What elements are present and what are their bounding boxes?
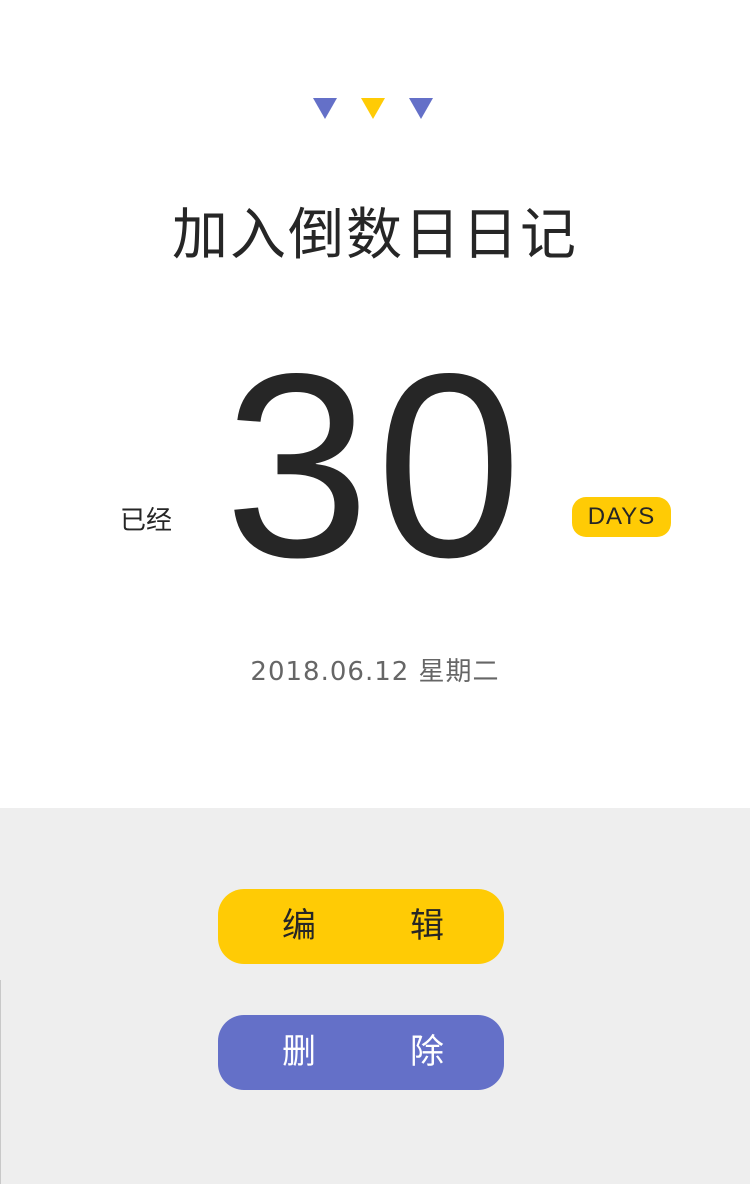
edit-button-label-part-2: 辑 <box>410 906 444 946</box>
left-edge-divider <box>0 980 1 1184</box>
delete-button-label-part-1: 删 <box>282 1032 316 1072</box>
top-panel: 加入倒数日日记 已经 30 DAYS 2018.06.12 星期二 <box>0 0 750 808</box>
page-title: 加入倒数日日记 <box>172 203 578 268</box>
counter-prefix: 已经 <box>120 506 173 536</box>
date-text: 2018.06.12 星期二 <box>250 657 500 687</box>
delete-button-label-part-2: 除 <box>410 1032 444 1072</box>
day-count: 30 <box>224 319 528 612</box>
edit-button-label-part-1: 编 <box>282 906 316 946</box>
delete-button[interactable]: 删 除 <box>218 1015 504 1090</box>
bottom-panel <box>0 808 750 1184</box>
triangle-purple-right-icon <box>409 98 433 119</box>
decorative-triangles <box>0 98 750 122</box>
days-badge: DAYS <box>572 497 671 537</box>
triangle-purple-left-icon <box>313 98 337 119</box>
triangle-yellow-middle-icon <box>361 98 385 119</box>
edit-button[interactable]: 编 辑 <box>218 889 504 964</box>
